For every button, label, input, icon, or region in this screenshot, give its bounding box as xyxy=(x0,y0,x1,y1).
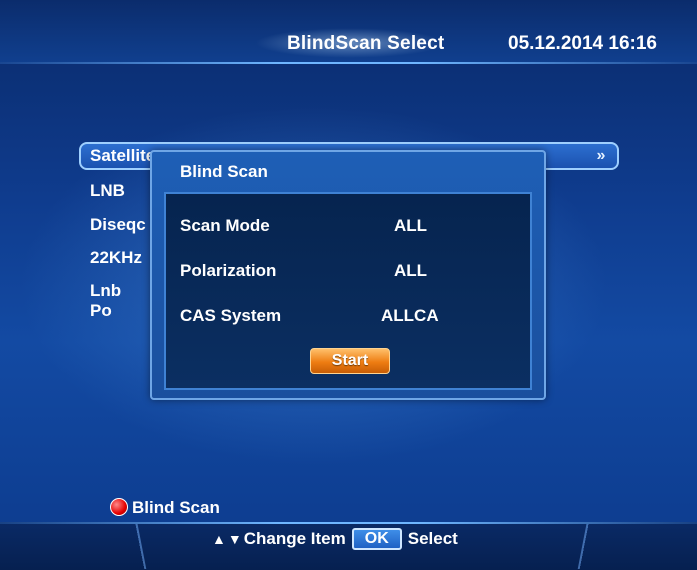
dialog-options-panel: Scan Mode ALL Polarization ALL CAS Syste… xyxy=(164,192,532,390)
down-arrow-icon: ▼ xyxy=(227,531,242,547)
polarization-value[interactable]: ALL xyxy=(394,261,427,281)
cas-system-label: CAS System xyxy=(180,306,282,325)
header-divider xyxy=(0,62,697,64)
blind-scan-dialog: Blind Scan Scan Mode ALL Polarization AL… xyxy=(150,150,546,400)
select-label: Select xyxy=(407,529,458,548)
scan-mode-label: Scan Mode xyxy=(180,216,270,235)
red-key-hint[interactable]: Blind Scan xyxy=(110,498,220,518)
up-arrow-icon: ▲ xyxy=(212,531,226,547)
footer-help: ▲ ▼ Change Item OK Select xyxy=(212,528,458,550)
menu-item-diseqc[interactable]: Diseqc xyxy=(90,215,146,235)
cas-system-value[interactable]: ALLCA xyxy=(381,306,439,326)
ok-key-icon: OK xyxy=(351,528,402,550)
menu-item-satellite[interactable]: Satellite xyxy=(90,146,155,166)
double-chevron-right-icon[interactable]: » xyxy=(590,146,612,166)
change-item-label: Change Item xyxy=(243,529,346,548)
page-title: BlindScan Select xyxy=(287,33,445,54)
menu-item-22khz[interactable]: 22KHz xyxy=(90,248,142,268)
start-button[interactable]: Start xyxy=(310,348,390,374)
dialog-title: Blind Scan xyxy=(180,162,268,181)
scan-mode-value[interactable]: ALL xyxy=(394,216,427,236)
menu-item-lnb[interactable]: LNB xyxy=(90,181,125,201)
menu-item-lnb-power[interactable]: Lnb Po xyxy=(90,281,121,321)
date-time: 05.12.2014 16:16 xyxy=(508,33,657,54)
red-button-icon xyxy=(110,498,128,516)
red-key-hint-label: Blind Scan xyxy=(132,498,220,517)
polarization-label: Polarization xyxy=(180,261,277,280)
